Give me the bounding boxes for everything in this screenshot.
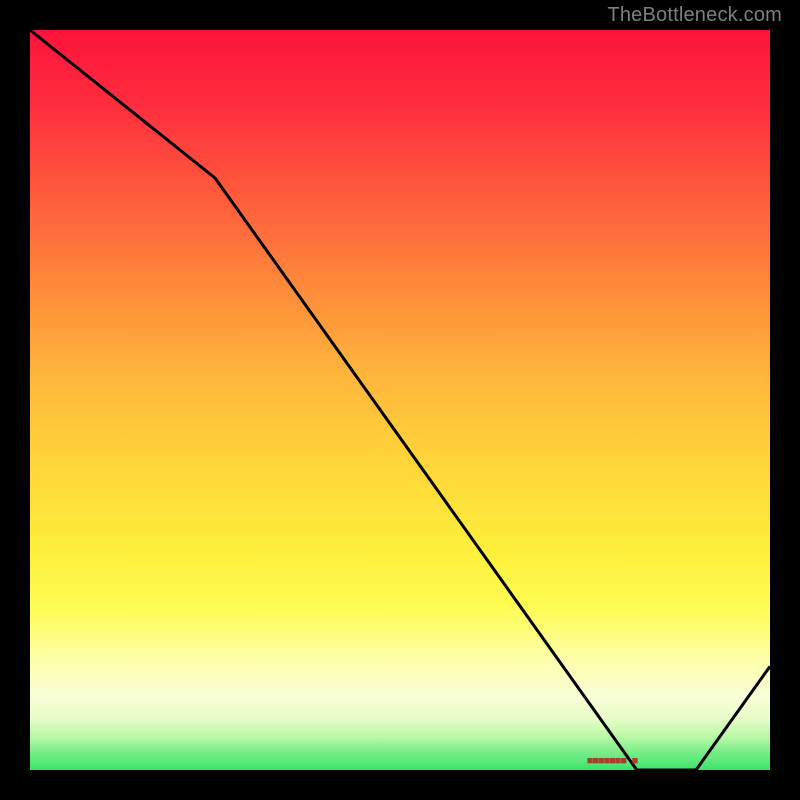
series-path (30, 30, 770, 770)
line-series (30, 30, 770, 770)
watermark-text: TheBottleneck.com (607, 4, 782, 27)
annotation-label: ■■■■■■■ ■ (587, 756, 637, 768)
chart-container: TheBottleneck.com ■■■■■■■ ■ (0, 0, 800, 800)
plot-area: ■■■■■■■ ■ (30, 30, 770, 770)
